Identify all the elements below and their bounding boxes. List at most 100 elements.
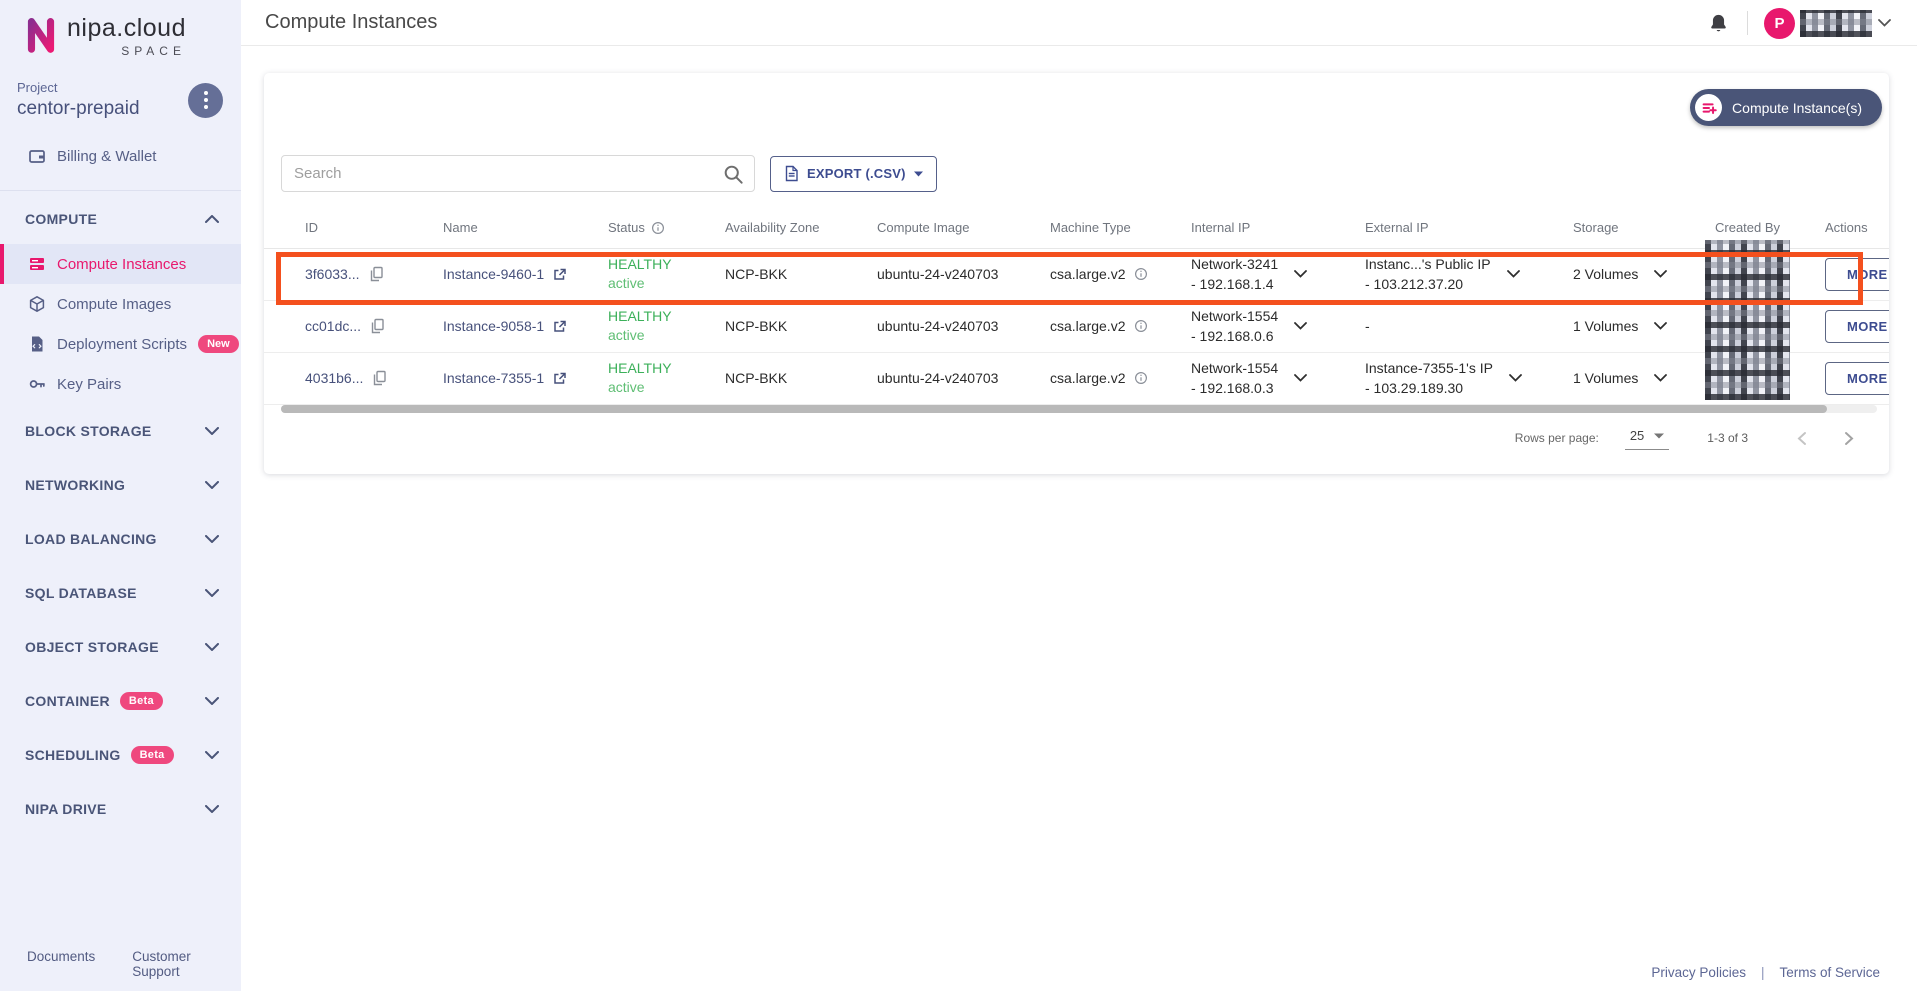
beta-badge: Beta: [120, 692, 163, 710]
external-link-icon[interactable]: [553, 320, 566, 333]
sidebar-item-deployment-scripts[interactable]: Deployment Scripts New: [0, 324, 241, 364]
status-substate: active: [608, 326, 725, 345]
account-chevron-down-icon[interactable]: [1878, 19, 1891, 27]
instance-name-link[interactable]: Instance-9460-1: [443, 266, 544, 282]
sidebar-section-scheduling[interactable]: SCHEDULING Beta: [0, 728, 241, 782]
sidebar-section-networking[interactable]: NETWORKING: [0, 458, 241, 512]
sidebar-item-compute-instances[interactable]: Compute Instances: [0, 244, 241, 284]
instances-table: ID Name Status Availability Zone Compute…: [264, 208, 1889, 418]
zone-value: NCP-BKK: [725, 352, 877, 404]
col-header-status[interactable]: Status: [608, 208, 725, 248]
sidebar-section-nipa-drive[interactable]: NIPA DRIVE: [0, 782, 241, 836]
external-link-icon[interactable]: [553, 268, 566, 281]
instance-name-link[interactable]: Instance-7355-1: [443, 370, 544, 386]
project-menu-button[interactable]: [188, 83, 223, 118]
col-header-storage[interactable]: Storage: [1573, 208, 1715, 248]
topbar-divider: [1747, 11, 1748, 35]
copy-icon[interactable]: [370, 318, 385, 334]
storage-value: 1 Volumes: [1573, 318, 1638, 334]
rows-per-page-select[interactable]: 25: [1625, 426, 1669, 450]
section-label: NETWORKING: [25, 477, 125, 493]
search-icon[interactable]: [723, 164, 744, 190]
instance-name-link[interactable]: Instance-9058-1: [443, 318, 544, 334]
col-header-machine-type[interactable]: Machine Type: [1050, 208, 1191, 248]
table-row[interactable]: 4031b6... Instance-7355-1 HEALTHY active…: [264, 352, 1889, 404]
key-icon: [28, 375, 46, 393]
table-row[interactable]: cc01dc... Instance-9058-1 HEALTHY active…: [264, 300, 1889, 352]
sidebar-section-container[interactable]: CONTAINER Beta: [0, 674, 241, 728]
documents-link[interactable]: Documents: [27, 949, 95, 979]
machine-type-value: csa.large.v2: [1050, 370, 1125, 386]
main-area: Compute Instances P: [241, 0, 1917, 991]
chevron-down-icon[interactable]: [1509, 374, 1522, 382]
export-csv-button[interactable]: EXPORT (.CSV): [770, 156, 937, 192]
more-actions-button[interactable]: MORE: [1825, 310, 1889, 343]
chevron-down-icon: [205, 805, 219, 813]
chevron-down-icon[interactable]: [1654, 322, 1667, 330]
sidebar-item-label: Billing & Wallet: [57, 148, 156, 165]
chevron-down-icon: [205, 481, 219, 489]
col-header-zone[interactable]: Availability Zone: [725, 208, 877, 248]
sidebar-section-compute[interactable]: COMPUTE: [0, 194, 241, 244]
instance-id-link[interactable]: 4031b6...: [305, 370, 363, 386]
chevron-down-icon[interactable]: [1294, 374, 1307, 382]
export-button-label: EXPORT (.CSV): [807, 166, 906, 181]
notification-bell-icon[interactable]: [1708, 13, 1729, 34]
external-network: Instanc...'s Public IP: [1365, 254, 1491, 274]
info-icon[interactable]: [1134, 267, 1148, 281]
status-substate: active: [608, 378, 725, 397]
scrollbar-thumb[interactable]: [281, 405, 1827, 413]
sidebar-item-label: Deployment Scripts: [57, 336, 187, 353]
next-page-button[interactable]: [1834, 423, 1864, 453]
copy-icon[interactable]: [369, 266, 384, 282]
chevron-down-icon[interactable]: [1654, 270, 1667, 278]
chevron-down-icon[interactable]: [1294, 322, 1307, 330]
sidebar-item-label: Key Pairs: [57, 376, 121, 393]
instances-card: Compute Instance(s): [264, 73, 1889, 474]
create-compute-instance-button[interactable]: Compute Instance(s): [1690, 89, 1882, 126]
more-actions-button[interactable]: MORE: [1825, 258, 1889, 291]
table-row[interactable]: 3f6033... Instance-9460-1 HEALTHY active…: [264, 248, 1889, 300]
info-icon[interactable]: [1134, 319, 1148, 333]
col-header-image[interactable]: Compute Image: [877, 208, 1050, 248]
col-header-internal-ip[interactable]: Internal IP: [1191, 208, 1365, 248]
search-input[interactable]: [282, 165, 754, 182]
sidebar-section-sql-database[interactable]: SQL DATABASE: [0, 566, 241, 620]
chevron-down-icon: [205, 751, 219, 759]
info-icon[interactable]: [651, 221, 665, 235]
horizontal-scrollbar[interactable]: [281, 405, 1877, 413]
page-title: Compute Instances: [265, 11, 437, 34]
sidebar-item-key-pairs[interactable]: Key Pairs: [0, 364, 241, 404]
more-actions-button[interactable]: MORE: [1825, 362, 1889, 395]
chevron-down-icon[interactable]: [1654, 374, 1667, 382]
copy-icon[interactable]: [372, 370, 387, 386]
sidebar-item-compute-images[interactable]: Compute Images: [0, 284, 241, 324]
instance-id-link[interactable]: cc01dc...: [305, 318, 361, 334]
sidebar-section-object-storage[interactable]: OBJECT STORAGE: [0, 620, 241, 674]
privacy-policies-link[interactable]: Privacy Policies: [1651, 965, 1746, 980]
chevron-down-icon[interactable]: [1507, 270, 1520, 278]
internal-ip: - 192.168.1.4: [1191, 274, 1278, 294]
info-icon[interactable]: [1134, 371, 1148, 385]
col-label: Status: [608, 220, 645, 235]
status-value: HEALTHY: [608, 255, 725, 274]
sidebar-item-billing-wallet[interactable]: Billing & Wallet: [0, 136, 241, 176]
sidebar-section-load-balancing[interactable]: LOAD BALANCING: [0, 512, 241, 566]
col-header-id[interactable]: ID: [264, 208, 443, 248]
search-box: [281, 155, 755, 192]
new-badge: New: [198, 335, 239, 353]
avatar[interactable]: P: [1764, 8, 1795, 39]
col-header-external-ip[interactable]: External IP: [1365, 208, 1573, 248]
terms-of-service-link[interactable]: Terms of Service: [1779, 965, 1880, 980]
previous-page-button[interactable]: [1786, 423, 1816, 453]
table-toolbar: EXPORT (.CSV): [281, 155, 937, 192]
customer-support-link[interactable]: Customer Support: [132, 949, 241, 979]
col-header-name[interactable]: Name: [443, 208, 608, 248]
app-root: nipa.cloud SPACE Project centor-prepaid …: [0, 0, 1917, 991]
col-header-actions[interactable]: Actions: [1825, 208, 1889, 248]
brand-logo[interactable]: nipa.cloud SPACE: [0, 0, 241, 58]
instance-id-link[interactable]: 3f6033...: [305, 266, 360, 282]
sidebar-section-block-storage[interactable]: BLOCK STORAGE: [0, 404, 241, 458]
external-link-icon[interactable]: [553, 372, 566, 385]
chevron-down-icon[interactable]: [1294, 270, 1307, 278]
